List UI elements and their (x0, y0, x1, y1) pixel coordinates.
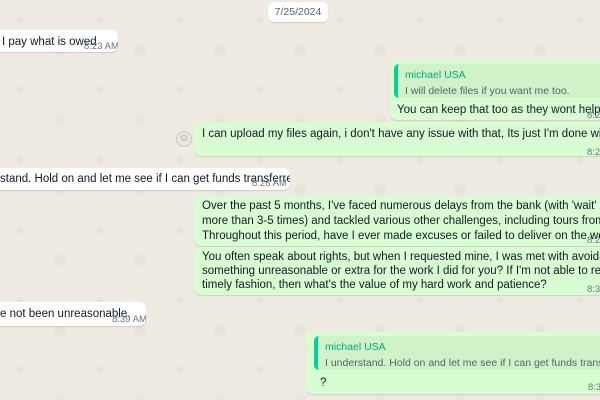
quoted-text: I understand. Hold on and let me see if … (325, 357, 600, 369)
message-outgoing[interactable]: Over the past 5 months, I've faced numer… (194, 196, 600, 246)
quoted-author: michael USA (405, 69, 466, 81)
message-text: You can keep that too as they wont help … (397, 104, 600, 116)
message-time: 8:23 AM (84, 41, 118, 52)
message-text-line: something unreasonable or extra for the … (202, 265, 600, 277)
message-text-line: timely fashion, then what's the value of… (202, 279, 547, 291)
message-incoming[interactable]: e not been unreasonable. 8:39 AM (0, 302, 146, 326)
message-text: I can upload my files again, i don't hav… (202, 128, 600, 140)
date-separator: 7/25/2024 (268, 2, 328, 22)
message-incoming[interactable]: stand. Hold on and let me see if I can g… (0, 168, 290, 190)
message-incoming[interactable]: I pay what is owed 8:23 AM (0, 30, 118, 52)
message-time: 8:34 (588, 382, 600, 393)
message-outgoing[interactable]: I can upload my files again, i don't hav… (194, 122, 600, 156)
message-outgoing[interactable]: michael USA I will delete files if you w… (390, 60, 600, 120)
message-text-line: more than 3-5 times) and tackled various… (202, 215, 600, 227)
quoted-message[interactable]: michael USA I understand. Hold on and le… (314, 336, 600, 370)
message-time: 8:26 AM (252, 178, 287, 189)
quoted-author: michael USA (325, 341, 386, 353)
message-outgoing[interactable]: You often speak about rights, but when I… (194, 247, 600, 295)
quoted-message[interactable]: michael USA I will delete files if you w… (394, 64, 600, 98)
quoted-text: I will delete files if you want me too. (405, 85, 570, 97)
message-text-line: You often speak about rights, but when I… (202, 251, 600, 263)
message-text: stand. Hold on and let me see if I can g… (0, 173, 290, 185)
message-time: 8:23 (587, 110, 600, 120)
message-outgoing[interactable]: michael USA I understand. Hold on and le… (306, 332, 600, 394)
message-text: ? (320, 377, 327, 389)
message-text-line: Over the past 5 months, I've faced numer… (202, 200, 600, 212)
smiley-icon[interactable]: ☺ (176, 131, 192, 147)
message-time: 8:28 (587, 235, 600, 246)
message-time: 8:38 (587, 284, 600, 295)
message-text: e not been unreasonable. (0, 308, 131, 320)
message-text: I pay what is owed (2, 36, 97, 48)
message-time: 8:39 AM (112, 314, 146, 325)
message-text-line: Throughout this period, have I ever made… (202, 230, 600, 242)
message-time: 8:25 (587, 147, 600, 156)
